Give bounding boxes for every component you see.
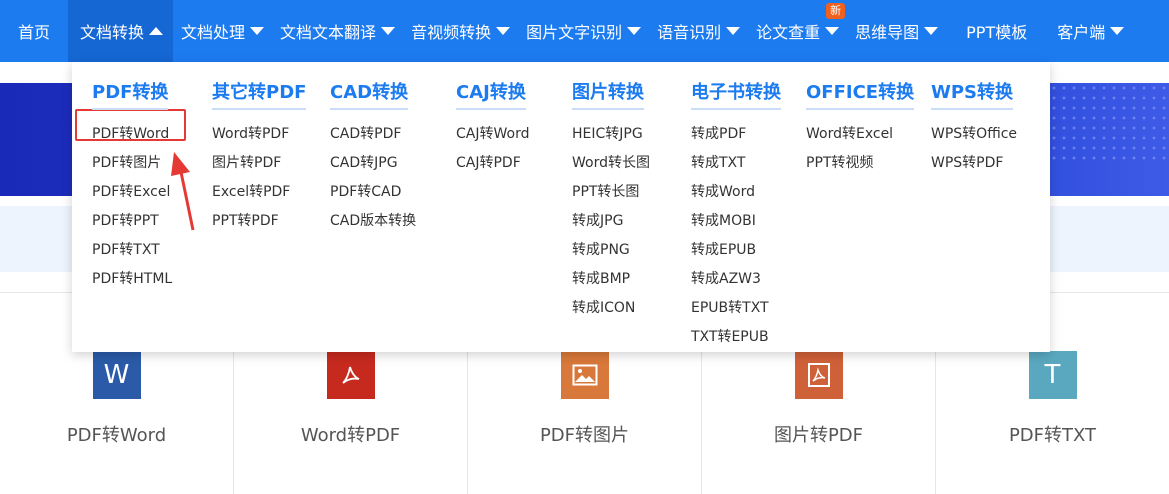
menu-item-pdf-to-txt[interactable]: PDF转TXT <box>92 236 172 265</box>
menu-item-image-to-pdf[interactable]: 图片转PDF <box>212 149 306 178</box>
pdf-icon <box>794 351 843 399</box>
chevron-down-icon <box>924 27 939 35</box>
menu-column-caj: CAJ转换 CAJ转Word CAJ转PDF <box>456 78 529 178</box>
nav-label: 客户端 <box>1057 23 1106 42</box>
nav-label: 论文查重 <box>756 23 821 42</box>
menu-column-title: CAD转换 <box>330 78 409 110</box>
card-label: Word转PDF <box>300 425 401 446</box>
menu-item-caj-to-pdf[interactable]: CAJ转PDF <box>456 149 529 178</box>
menu-item-pdf-to-image[interactable]: PDF转图片 <box>92 149 172 178</box>
chevron-down-icon <box>381 27 396 35</box>
nav-mindmap[interactable]: 思维导图 <box>847 0 946 62</box>
menu-column-title: 其它转PDF <box>212 78 307 110</box>
card-label: PDF转图片 <box>539 425 630 446</box>
menu-item-to-pdf[interactable]: 转成PDF <box>691 120 781 149</box>
banner-decoration <box>1049 83 1169 163</box>
nav-document-convert[interactable]: 文档转换 <box>68 0 174 62</box>
chevron-down-icon <box>1110 27 1125 35</box>
top-nav: 首页 文档转换 文档处理 文档文本翻译 音视频转换 图片文字识别 语音识别 论文… <box>0 0 1169 62</box>
menu-item-epub-to-txt[interactable]: EPUB转TXT <box>691 294 781 323</box>
menu-item-to-epub[interactable]: 转成EPUB <box>691 236 781 265</box>
pdf-icon <box>326 351 375 399</box>
menu-column-image: 图片转换 HEIC转JPG Word转长图 PPT转长图 转成JPG 转成PNG… <box>572 78 650 323</box>
menu-item-to-jpg[interactable]: 转成JPG <box>572 207 650 236</box>
card-label: PDF转Word <box>66 425 167 446</box>
menu-item-wps-to-office[interactable]: WPS转Office <box>931 120 1017 149</box>
menu-column-title: PDF转换 <box>92 78 169 110</box>
menu-column-cad: CAD转换 CAD转PDF CAD转JPG PDF转CAD CAD版本转换 <box>330 78 416 236</box>
menu-column-office: OFFICE转换 Word转Excel PPT转视频 <box>806 78 915 178</box>
menu-item-to-png[interactable]: 转成PNG <box>572 236 650 265</box>
menu-item-ppt-to-pdf[interactable]: PPT转PDF <box>212 207 306 236</box>
menu-item-cad-version[interactable]: CAD版本转换 <box>330 207 416 236</box>
menu-item-to-bmp[interactable]: 转成BMP <box>572 265 650 294</box>
nav-label: 文档处理 <box>181 23 246 42</box>
nav-client[interactable]: 客户端 <box>1047 0 1134 62</box>
menu-item-word-to-excel[interactable]: Word转Excel <box>806 120 914 149</box>
menu-item-excel-to-pdf[interactable]: Excel转PDF <box>212 178 306 207</box>
menu-item-pdf-to-excel[interactable]: PDF转Excel <box>92 178 172 207</box>
document-convert-dropdown: PDF转换 PDF转Word PDF转图片 PDF转Excel PDF转PPT … <box>72 62 1050 352</box>
nav-label: 音视频转换 <box>411 23 492 42</box>
menu-column-pdf: PDF转换 PDF转Word PDF转图片 PDF转Excel PDF转PPT … <box>92 78 172 294</box>
chevron-down-icon <box>825 27 840 35</box>
card-label: PDF转TXT <box>1008 425 1097 446</box>
nav-document-process[interactable]: 文档处理 <box>173 0 272 62</box>
nav-label: 思维导图 <box>855 23 920 42</box>
menu-item-pdf-to-word[interactable]: PDF转Word <box>92 120 172 149</box>
nav-label: 首页 <box>18 23 51 42</box>
txt-icon: T <box>1028 351 1077 399</box>
menu-column-ebook: 电子书转换 转成PDF 转成TXT 转成Word 转成MOBI 转成EPUB 转… <box>691 78 781 352</box>
word-icon: W <box>92 351 141 399</box>
menu-item-to-azw3[interactable]: 转成AZW3 <box>691 265 781 294</box>
menu-item-to-txt[interactable]: 转成TXT <box>691 149 781 178</box>
menu-item-word-to-pdf[interactable]: Word转PDF <box>212 120 306 149</box>
menu-item-txt-to-epub[interactable]: TXT转EPUB <box>691 323 781 352</box>
nav-label: 文档转换 <box>80 23 145 42</box>
menu-item-to-icon[interactable]: 转成ICON <box>572 294 650 323</box>
menu-item-caj-to-word[interactable]: CAJ转Word <box>456 120 529 149</box>
nav-label: 图片文字识别 <box>526 23 623 42</box>
nav-av-convert[interactable]: 音视频转换 <box>403 0 518 62</box>
menu-column-title: 电子书转换 <box>691 78 781 110</box>
menu-item-to-mobi[interactable]: 转成MOBI <box>691 207 781 236</box>
menu-column-title: WPS转换 <box>931 78 1014 110</box>
menu-item-cad-to-pdf[interactable]: CAD转PDF <box>330 120 416 149</box>
nav-ocr[interactable]: 图片文字识别 <box>518 0 649 62</box>
card-label: 图片转PDF <box>773 425 864 446</box>
menu-column-title: 图片转换 <box>572 78 644 110</box>
nav-label: PPT模板 <box>966 23 1028 42</box>
menu-item-ppt-to-video[interactable]: PPT转视频 <box>806 149 914 178</box>
nav-home[interactable]: 首页 <box>0 0 68 62</box>
nav-plagiarism[interactable]: 论文查重 新 <box>748 0 847 62</box>
chevron-down-icon <box>250 27 265 35</box>
nav-translate[interactable]: 文档文本翻译 <box>272 0 403 62</box>
menu-item-pdf-to-html[interactable]: PDF转HTML <box>92 265 172 294</box>
menu-column-title: OFFICE转换 <box>806 78 915 110</box>
new-badge: 新 <box>826 3 846 19</box>
chevron-down-icon <box>627 27 642 35</box>
nav-ppt-templates[interactable]: PPT模板 <box>946 0 1047 62</box>
chevron-down-icon <box>726 27 741 35</box>
menu-column-title: CAJ转换 <box>456 78 526 110</box>
nav-speech[interactable]: 语音识别 <box>649 0 748 62</box>
menu-item-wps-to-pdf[interactable]: WPS转PDF <box>931 149 1017 178</box>
image-icon <box>560 351 609 399</box>
menu-item-ppt-to-long-image[interactable]: PPT转长图 <box>572 178 650 207</box>
menu-item-cad-to-jpg[interactable]: CAD转JPG <box>330 149 416 178</box>
menu-column-to-pdf: 其它转PDF Word转PDF 图片转PDF Excel转PDF PPT转PDF <box>212 78 307 236</box>
chevron-down-icon <box>496 27 511 35</box>
menu-column-wps: WPS转换 WPS转Office WPS转PDF <box>931 78 1017 178</box>
menu-item-heic-to-jpg[interactable]: HEIC转JPG <box>572 120 650 149</box>
menu-item-to-word[interactable]: 转成Word <box>691 178 781 207</box>
nav-label: 语音识别 <box>657 23 722 42</box>
menu-item-word-to-long-image[interactable]: Word转长图 <box>572 149 650 178</box>
menu-item-pdf-to-ppt[interactable]: PDF转PPT <box>92 207 172 236</box>
nav-label: 文档文本翻译 <box>280 23 377 42</box>
menu-item-pdf-to-cad[interactable]: PDF转CAD <box>330 178 416 207</box>
chevron-up-icon <box>149 27 164 35</box>
